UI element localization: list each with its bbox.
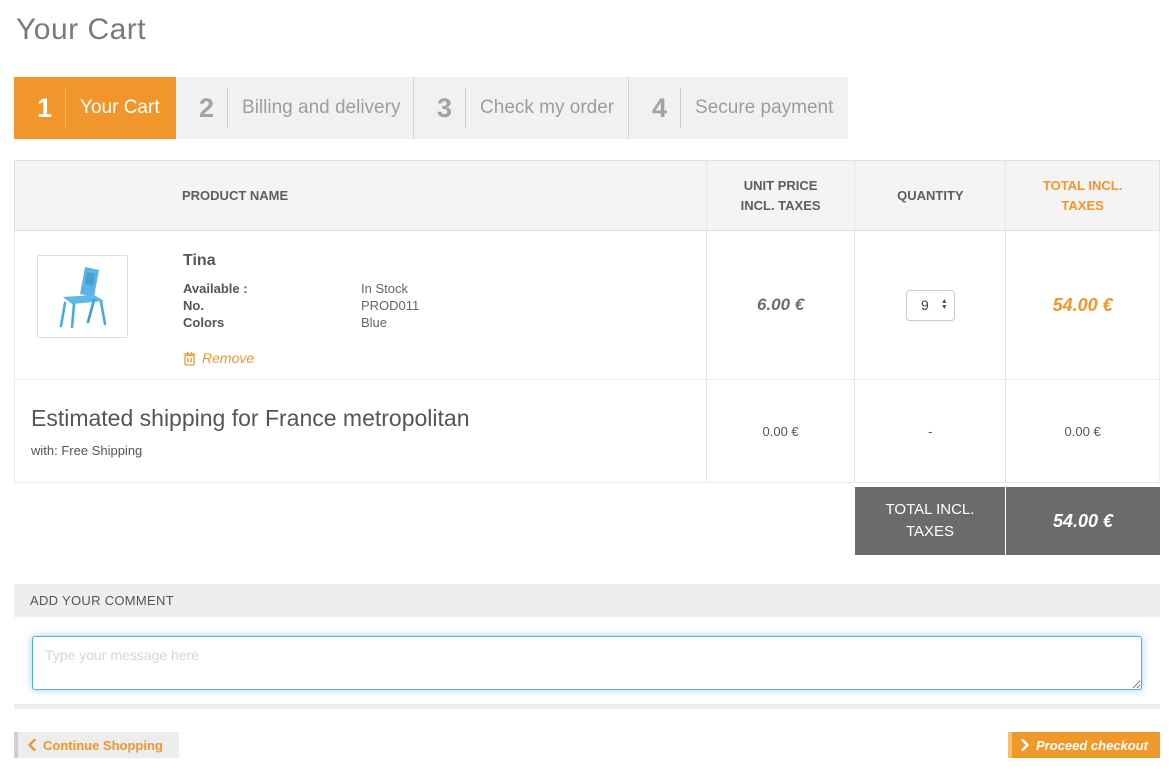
step-label: Your Cart: [80, 97, 160, 119]
comment-section: ADD YOUR COMMENT: [14, 584, 1160, 709]
attr-value-number: PROD011: [361, 297, 419, 314]
quantity-stepper[interactable]: 9 ▲ ▼: [906, 290, 955, 321]
header-total: TOTAL INCL. TAXES: [1005, 161, 1159, 230]
attr-label-available: Available :: [183, 280, 361, 297]
product-name: Tina: [183, 252, 419, 270]
cart-table: PRODUCT NAME UNIT PRICE INCL. TAXES QUAN…: [14, 160, 1160, 555]
proceed-checkout-button[interactable]: Proceed checkout: [1008, 732, 1160, 758]
totals-value: 54.00 €: [1006, 487, 1160, 555]
step-tab-your-cart[interactable]: 1 Your Cart: [14, 77, 176, 139]
cart-totals: TOTAL INCL. TAXES 54.00 €: [14, 487, 1160, 555]
step-label: Check my order: [480, 97, 614, 119]
continue-shopping-label: Continue Shopping: [43, 738, 163, 753]
totals-label: TOTAL INCL. TAXES: [855, 487, 1005, 555]
shipping-carrier: with: Free Shipping: [31, 443, 142, 458]
cart-actions: Continue Shopping Proceed checkout: [14, 732, 1160, 758]
table-row-product: Tina Available : In Stock No. PROD011 Co…: [14, 231, 1160, 380]
header-quantity: QUANTITY: [854, 161, 1005, 230]
attr-value-available: In Stock: [361, 280, 408, 297]
comment-section-title: ADD YOUR COMMENT: [14, 584, 1160, 617]
shipping-quantity: -: [928, 424, 932, 439]
step-number: 2: [199, 93, 214, 124]
quantity-down-icon[interactable]: ▼: [941, 305, 948, 311]
step-divider: [65, 88, 66, 128]
chevron-left-icon: [28, 739, 36, 751]
cart-table-header: PRODUCT NAME UNIT PRICE INCL. TAXES QUAN…: [14, 160, 1160, 231]
quantity-value: 9: [907, 297, 941, 313]
product-unit-price: 6.00 €: [757, 295, 804, 315]
checkout-steps: 1 Your Cart 2 Billing and delivery 3 Che…: [14, 77, 1160, 139]
step-divider: [465, 88, 466, 128]
header-unit-price: UNIT PRICE INCL. TAXES: [706, 161, 855, 230]
proceed-checkout-label: Proceed checkout: [1036, 738, 1148, 753]
step-tab-secure-payment[interactable]: 4 Secure payment: [628, 77, 848, 139]
step-tab-check-order[interactable]: 3 Check my order: [413, 77, 628, 139]
table-row-shipping: Estimated shipping for France metropolit…: [14, 380, 1160, 483]
attr-value-colors: Blue: [361, 314, 387, 331]
remove-label: Remove: [202, 350, 254, 366]
shipping-unit-price: 0.00 €: [763, 424, 799, 439]
page-title: Your Cart: [14, 0, 1160, 47]
step-tab-billing-delivery[interactable]: 2 Billing and delivery: [176, 77, 413, 139]
chevron-right-icon: [1021, 739, 1029, 751]
chair-image: [47, 264, 119, 330]
trash-icon: [183, 351, 196, 366]
step-label: Billing and delivery: [242, 97, 400, 119]
header-product-name: PRODUCT NAME: [15, 161, 706, 230]
step-number: 4: [652, 93, 667, 124]
step-number: 3: [437, 93, 452, 124]
shipping-title: Estimated shipping for France metropolit…: [31, 405, 470, 432]
attr-label-number: No.: [183, 297, 361, 314]
attr-label-colors: Colors: [183, 314, 361, 331]
step-label: Secure payment: [695, 97, 833, 119]
continue-shopping-button[interactable]: Continue Shopping: [14, 732, 179, 758]
product-image[interactable]: [37, 255, 128, 338]
step-divider: [680, 88, 681, 128]
comment-input[interactable]: [32, 636, 1142, 690]
step-number: 1: [37, 93, 52, 124]
step-divider: [227, 88, 228, 128]
remove-product-link[interactable]: Remove: [183, 350, 254, 366]
product-total-price: 54.00 €: [1053, 295, 1113, 316]
shipping-total: 0.00 €: [1065, 424, 1101, 439]
